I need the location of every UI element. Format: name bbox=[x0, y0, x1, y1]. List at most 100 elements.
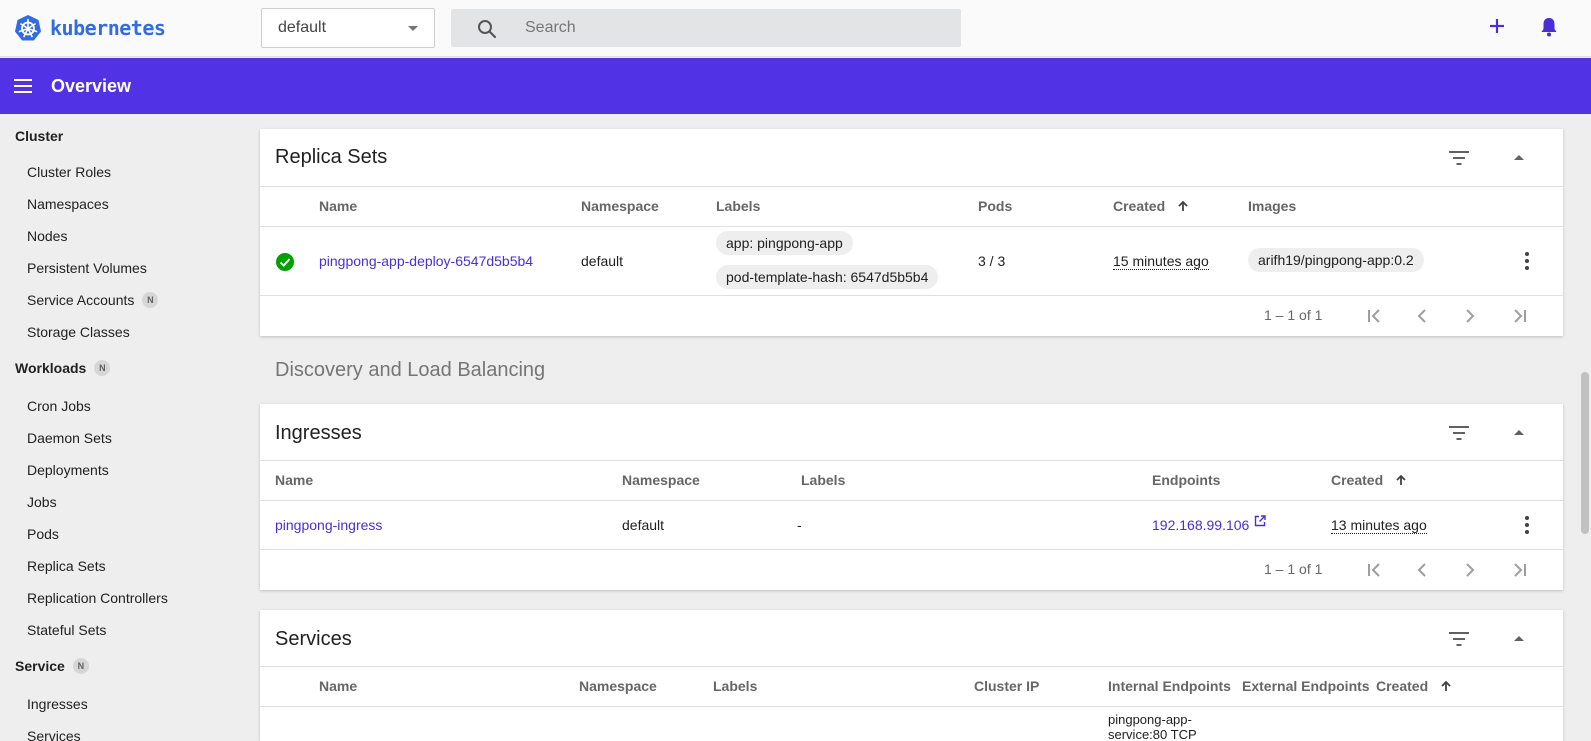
label-chip: pod-template-hash: 6547d5b5b4 bbox=[716, 265, 939, 289]
sidebar-item-persistent-volumes[interactable]: Persistent Volumes bbox=[27, 260, 147, 276]
first-page-icon[interactable] bbox=[1367, 309, 1383, 323]
kubernetes-wheel-icon bbox=[15, 15, 41, 41]
sidebar-item-label: Nodes bbox=[27, 228, 68, 244]
sidebar-item-label: Replication Controllers bbox=[27, 590, 168, 606]
sidebar-item-label: Replica Sets bbox=[27, 558, 106, 574]
column-header-created[interactable]: Created bbox=[1113, 198, 1189, 214]
sidebar-item-label: Cron Jobs bbox=[27, 398, 91, 414]
divider bbox=[260, 295, 1563, 296]
filter-list-icon[interactable] bbox=[1449, 151, 1469, 165]
sidebar-item-label: Daemon Sets bbox=[27, 430, 112, 446]
endpoint-link[interactable]: 192.168.99.106 bbox=[1152, 517, 1249, 533]
column-header-namespace[interactable]: Namespace bbox=[622, 472, 700, 488]
logo-text: kubernetes bbox=[50, 16, 166, 40]
divider bbox=[260, 186, 1563, 187]
sidebar-section-cluster[interactable]: Cluster bbox=[15, 128, 63, 144]
sidebar-item-label: Stateful Sets bbox=[27, 622, 107, 638]
sidebar-item-jobs[interactable]: Jobs bbox=[27, 494, 57, 510]
search-input[interactable]: Search bbox=[525, 19, 576, 37]
sidebar-item-replica-sets[interactable]: Replica Sets bbox=[27, 558, 106, 574]
sidebar-item-storage-classes[interactable]: Storage Classes bbox=[27, 324, 130, 340]
divider bbox=[260, 500, 1563, 501]
last-page-icon[interactable] bbox=[1511, 309, 1527, 323]
sidebar-item-label: Deployments bbox=[27, 462, 109, 478]
sidebar-item-nodes[interactable]: Nodes bbox=[27, 228, 67, 244]
divider bbox=[260, 706, 1563, 707]
next-page-icon[interactable] bbox=[1465, 563, 1475, 577]
sidebar-item-cluster-roles[interactable]: Cluster Roles bbox=[27, 164, 111, 180]
sidebar-item-daemon-sets[interactable]: Daemon Sets bbox=[27, 430, 112, 446]
divider bbox=[260, 666, 1563, 667]
column-header-labels: Labels bbox=[713, 678, 758, 694]
sidebar-item-deployments[interactable]: Deployments bbox=[27, 462, 109, 478]
sidebar-item-pods[interactable]: Pods bbox=[27, 526, 59, 542]
more-vert-icon[interactable] bbox=[1525, 516, 1529, 534]
sidebar-item-ingresses[interactable]: Ingresses bbox=[27, 696, 88, 712]
filter-list-icon[interactable] bbox=[1449, 632, 1469, 646]
column-header-label: Created bbox=[1376, 678, 1429, 694]
collapse-caret-up-icon[interactable] bbox=[1513, 634, 1525, 642]
sidebar-item-label: Cluster Roles bbox=[27, 164, 112, 180]
card-title: Ingresses bbox=[275, 422, 362, 444]
kubernetes-logo[interactable]: kubernetes bbox=[14, 14, 166, 42]
sidebar-item-replication-controllers[interactable]: Replication Controllers bbox=[27, 590, 168, 606]
column-header-name[interactable]: Name bbox=[275, 472, 313, 488]
sidebar-section-workloads[interactable]: Workloads N bbox=[15, 360, 111, 376]
namespace-value: default bbox=[622, 517, 665, 533]
column-header-label: Created bbox=[1113, 198, 1166, 214]
divider bbox=[260, 549, 1563, 550]
open-in-new-icon[interactable] bbox=[1254, 515, 1266, 527]
labels-value: - bbox=[797, 517, 802, 533]
namespaced-badge: N bbox=[142, 292, 159, 308]
replica-sets-card: Replica Sets Name Namespace Labels Pods … bbox=[260, 129, 1563, 336]
sidebar-item-label: Pods bbox=[27, 526, 59, 542]
sidebar-item-label: Ingresses bbox=[27, 696, 88, 712]
notifications-bell-icon[interactable] bbox=[1540, 16, 1558, 38]
column-header-pods: Pods bbox=[978, 198, 1013, 214]
previous-page-icon[interactable] bbox=[1417, 563, 1427, 577]
sidebar-item-label: Services bbox=[27, 728, 81, 741]
namespace-select-value: default bbox=[278, 19, 327, 36]
sidebar-item-stateful-sets[interactable]: Stateful Sets bbox=[27, 622, 106, 638]
services-card: Services Name Namespace Labels Cluster I… bbox=[260, 610, 1563, 741]
sidebar-item-services[interactable]: Services bbox=[27, 728, 81, 741]
search-bar[interactable]: Search bbox=[451, 9, 961, 47]
internal-endpoint-line: pingpong-app- bbox=[1108, 712, 1192, 727]
scrollbar-thumb[interactable] bbox=[1581, 372, 1589, 534]
sidebar-section-service[interactable]: Service N bbox=[15, 658, 89, 674]
create-plus-icon[interactable] bbox=[1488, 17, 1506, 35]
column-header-external-endpoints: External Endpoints bbox=[1242, 678, 1370, 694]
collapse-caret-up-icon[interactable] bbox=[1513, 153, 1525, 161]
more-vert-icon[interactable] bbox=[1525, 252, 1529, 270]
first-page-icon[interactable] bbox=[1367, 563, 1383, 577]
next-page-icon[interactable] bbox=[1465, 309, 1475, 323]
pods-count: 3 / 3 bbox=[978, 253, 1006, 269]
column-header-created[interactable]: Created bbox=[1376, 678, 1452, 694]
ingress-name-link[interactable]: pingpong-ingress bbox=[275, 517, 382, 533]
namespaced-badge: N bbox=[94, 360, 111, 376]
column-header-internal-endpoints: Internal Endpoints bbox=[1108, 678, 1231, 694]
created-age: 13 minutes ago bbox=[1331, 517, 1427, 534]
previous-page-icon[interactable] bbox=[1417, 309, 1427, 323]
sidebar-item-label: Service Accounts bbox=[27, 292, 135, 308]
collapse-caret-up-icon[interactable] bbox=[1513, 428, 1525, 436]
column-header-name[interactable]: Name bbox=[319, 678, 357, 694]
namespace-select[interactable]: default bbox=[261, 8, 435, 48]
sidebar-item-service-accounts[interactable]: Service Accounts N bbox=[27, 292, 159, 308]
sidebar-section-label: Service bbox=[15, 658, 65, 674]
column-header-endpoints: Endpoints bbox=[1152, 472, 1221, 488]
column-header-cluster-ip: Cluster IP bbox=[974, 678, 1040, 694]
column-header-labels: Labels bbox=[716, 198, 761, 214]
column-header-namespace[interactable]: Namespace bbox=[581, 198, 659, 214]
last-page-icon[interactable] bbox=[1511, 563, 1527, 577]
column-header-name[interactable]: Name bbox=[319, 198, 357, 214]
sidebar-item-namespaces[interactable]: Namespaces bbox=[27, 196, 109, 212]
menu-hamburger-icon[interactable] bbox=[14, 79, 32, 93]
page-title: Overview bbox=[51, 76, 132, 96]
column-header-created[interactable]: Created bbox=[1331, 472, 1407, 488]
filter-list-icon[interactable] bbox=[1449, 426, 1469, 440]
divider bbox=[260, 460, 1563, 461]
sidebar-item-cron-jobs[interactable]: Cron Jobs bbox=[27, 398, 91, 414]
column-header-namespace[interactable]: Namespace bbox=[579, 678, 657, 694]
replica-set-name-link[interactable]: pingpong-app-deploy-6547d5b5b4 bbox=[319, 253, 533, 269]
